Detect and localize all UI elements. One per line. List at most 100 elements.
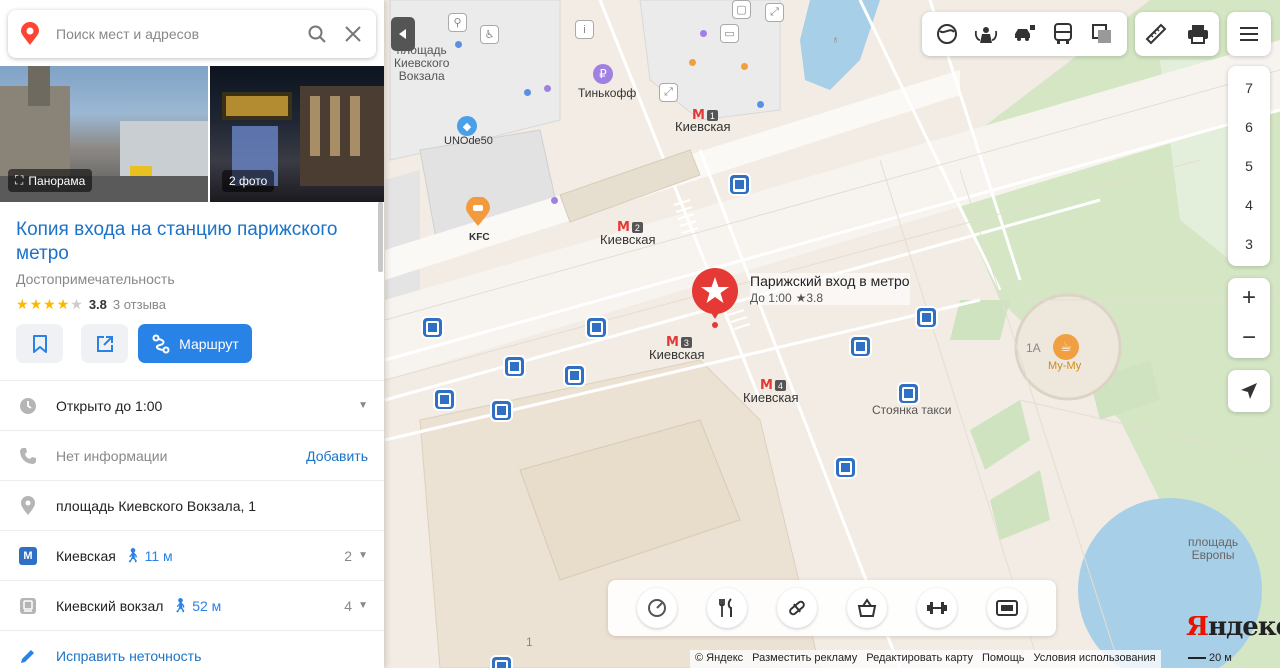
copyright-link[interactable]: © Яндекс [695, 652, 743, 666]
edit-map-link[interactable]: Редактировать карту [866, 652, 973, 666]
map-type-button[interactable] [1086, 18, 1118, 50]
monument-icon[interactable]: ♁ [826, 30, 845, 49]
fix-row[interactable]: Исправить неточность [0, 630, 384, 668]
poi-dot[interactable] [741, 63, 748, 70]
traffic-button[interactable] [1008, 18, 1040, 50]
ruler-icon [1145, 23, 1167, 45]
floor-item[interactable]: 4 [1245, 197, 1253, 213]
bus-stop-icon[interactable] [423, 318, 442, 337]
category-fuel-button[interactable] [637, 588, 677, 628]
panorama-label: Панорама [28, 173, 86, 188]
cafe-icon[interactable]: ☕ [1053, 334, 1079, 360]
escalator-icon[interactable]: ⤢ [765, 3, 784, 22]
metro-icon: M [760, 378, 773, 393]
pencil-icon [16, 644, 40, 668]
yandex-maps-pin-icon [21, 22, 39, 45]
share-button[interactable] [81, 324, 128, 363]
yandex-logo[interactable]: Яндекс [1186, 612, 1280, 642]
shop-icon[interactable]: ◆ [457, 116, 477, 136]
place-rating[interactable]: ★ ★ ★ ★ ★ 3.8 3 отзыва [16, 296, 166, 313]
bus-stop-icon[interactable] [492, 657, 511, 668]
bookmark-button[interactable] [16, 324, 63, 363]
bus-stop-icon[interactable] [851, 337, 870, 356]
metro-marker[interactable]: M1 [692, 108, 718, 123]
bus-stop-icon[interactable] [836, 458, 855, 477]
layers-icon [937, 24, 958, 44]
selected-place-name: Парижский вход в метро [750, 273, 910, 289]
route-button[interactable]: Маршрут [138, 324, 252, 363]
my-location-button[interactable] [1228, 370, 1270, 412]
hours-row[interactable]: Открыто до 1:00 ▼ [0, 380, 384, 430]
bank-icon[interactable]: ₽ [593, 64, 613, 84]
search-icon[interactable] [306, 23, 328, 45]
selected-place-label[interactable]: Парижский вход в метро До 1:00 ★3.8 [750, 273, 910, 305]
panorama-photo[interactable]: ⛶ Панорама [0, 66, 208, 202]
bus-stop-icon[interactable] [587, 318, 606, 337]
bus-stop-icon[interactable] [917, 308, 936, 327]
photos-thumbnail[interactable]: 2 фото [210, 66, 384, 202]
panel-scrollbar[interactable] [378, 202, 383, 272]
escalator-icon[interactable]: ⤢ [659, 83, 678, 102]
bus-stop-icon[interactable] [730, 175, 749, 194]
atm-icon[interactable]: ▢ [732, 0, 751, 19]
atm-icon[interactable]: ▭ [720, 24, 739, 43]
category-atm-button[interactable] [987, 588, 1027, 628]
help-link[interactable]: Помощь [982, 652, 1025, 666]
floor-item[interactable]: 5 [1245, 158, 1253, 174]
poi-dot[interactable] [689, 59, 696, 66]
ruler-button[interactable] [1140, 18, 1172, 50]
print-button[interactable] [1182, 18, 1214, 50]
category-pharmacy-button[interactable] [777, 588, 817, 628]
zoom-in-button[interactable]: + [1242, 284, 1256, 312]
terms-link[interactable]: Условия использования [1034, 652, 1156, 666]
accessibility-icon[interactable]: ♿ [480, 25, 499, 44]
poi-dot[interactable] [544, 85, 551, 92]
transport-button[interactable] [1047, 18, 1079, 50]
metro-row[interactable]: M Киевская 🚶︎ 11 м 2 ▼ [0, 530, 384, 580]
station-row[interactable]: Киевский вокзал 🚶︎ 52 м 4 ▼ [0, 580, 384, 630]
chevron-down-icon[interactable]: ▼ [358, 600, 368, 611]
category-food-button[interactable] [707, 588, 747, 628]
poi-dot[interactable] [524, 89, 531, 96]
bus-stop-icon[interactable] [435, 390, 454, 409]
bus-stop-icon[interactable] [565, 366, 584, 385]
metro-marker[interactable]: M4 [760, 378, 786, 393]
category-fitness-button[interactable] [917, 588, 957, 628]
close-icon[interactable] [342, 23, 364, 45]
layers-button[interactable] [931, 18, 963, 50]
collapse-panel-button[interactable] [391, 17, 415, 51]
poi-dot[interactable] [757, 101, 764, 108]
search-input[interactable] [56, 26, 292, 42]
panorama-layer-button[interactable] [970, 18, 1002, 50]
chevron-down-icon[interactable]: ▼ [358, 400, 368, 411]
chevron-down-icon[interactable]: ▼ [358, 550, 368, 561]
zoom-out-button[interactable]: − [1242, 324, 1256, 352]
category-grocery-button[interactable] [847, 588, 887, 628]
info-icon[interactable]: i [575, 20, 594, 39]
add-phone-link[interactable]: Добавить [306, 448, 368, 464]
bus-stop-icon[interactable] [492, 401, 511, 420]
metro-marker[interactable]: M3 [666, 335, 692, 350]
poi-dot[interactable] [455, 41, 462, 48]
floor-item[interactable]: 6 [1245, 119, 1253, 135]
advertise-link[interactable]: Разместить рекламу [752, 652, 857, 666]
scale-label: 20 м [1209, 652, 1232, 664]
bus-stop-icon[interactable] [505, 357, 524, 376]
toilet-icon[interactable]: ⚲ [448, 13, 467, 32]
reviews-link[interactable]: 3 отзыва [113, 297, 166, 312]
fix-error-link[interactable]: Исправить неточность [56, 648, 201, 664]
floor-item[interactable]: 3 [1245, 236, 1253, 252]
poi-dot[interactable] [551, 197, 558, 204]
menu-button[interactable] [1227, 12, 1271, 56]
address-row[interactable]: площадь Киевского Вокзала, 1 [0, 480, 384, 530]
metro-marker[interactable]: M2 [617, 220, 643, 235]
printer-icon [1188, 25, 1208, 44]
fastfood-icon[interactable] [465, 197, 491, 227]
poi-dot[interactable] [700, 30, 707, 37]
place-info-list: Открыто до 1:00 ▼ Нет информации Добавит… [0, 380, 384, 668]
star-icon: ★ [43, 296, 56, 312]
floor-item[interactable]: 7 [1245, 80, 1253, 96]
metro-icon: M [617, 220, 630, 235]
station-name: Киевский вокзал [56, 597, 164, 614]
taxi-stand-icon[interactable] [899, 384, 918, 403]
